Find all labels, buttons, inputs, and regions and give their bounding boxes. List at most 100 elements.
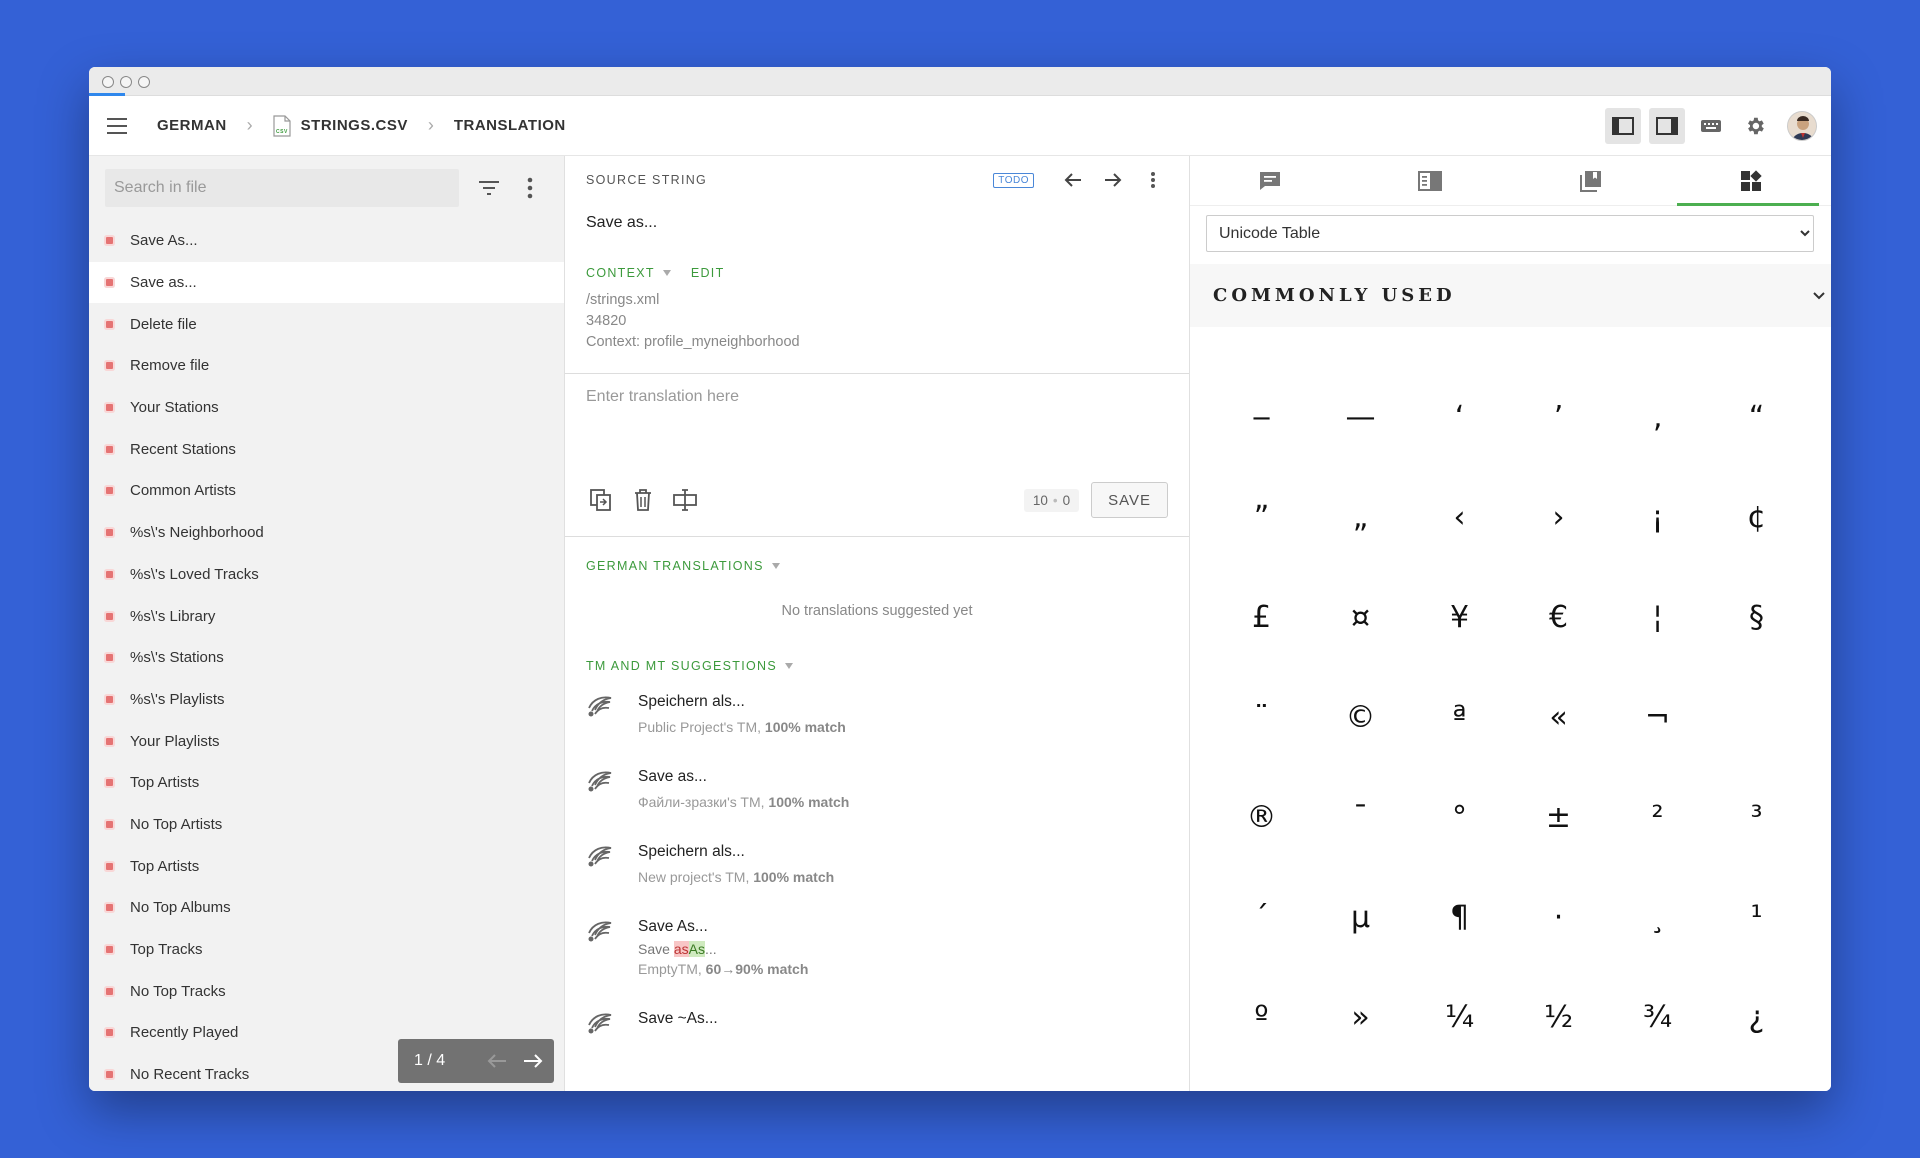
breadcrumb-file[interactable]: CSV STRINGS.CSV	[273, 114, 408, 137]
unicode-character[interactable]: ½	[1509, 967, 1608, 1067]
unicode-character[interactable]: ³	[1707, 767, 1806, 867]
string-list-item[interactable]: Your Playlists	[89, 720, 564, 762]
unicode-character[interactable]: ¥	[1410, 567, 1509, 667]
string-list-item[interactable]: Save As...	[89, 220, 564, 262]
unicode-character[interactable]: ·	[1509, 867, 1608, 967]
unicode-character[interactable]: ¬	[1608, 667, 1707, 767]
string-list-item[interactable]: %s\'s Neighborhood	[89, 512, 564, 554]
string-list-item[interactable]: %s\'s Loved Tracks	[89, 554, 564, 596]
string-list-item[interactable]: No Top Albums	[89, 887, 564, 929]
unicode-character[interactable]: ®	[1212, 767, 1311, 867]
string-list-item[interactable]: Delete file	[89, 303, 564, 345]
translation-input[interactable]	[565, 374, 1189, 474]
unicode-character[interactable]: “	[1707, 367, 1806, 467]
tab-translation-memory[interactable]	[1511, 156, 1671, 205]
unicode-character[interactable]: »	[1311, 967, 1410, 1067]
unicode-character[interactable]: ¨	[1212, 667, 1311, 767]
unicode-character[interactable]: ¢	[1707, 467, 1806, 567]
string-list-item[interactable]: Remove file	[89, 345, 564, 387]
unicode-character[interactable]: —	[1311, 367, 1410, 467]
string-list-item[interactable]: Top Artists	[89, 762, 564, 804]
unicode-character[interactable]: „	[1311, 467, 1410, 567]
unicode-character[interactable]: ±	[1509, 767, 1608, 867]
toggle-right-panel-button[interactable]	[1649, 107, 1685, 144]
string-list-item[interactable]: %s\'s Stations	[89, 637, 564, 679]
menu-icon[interactable]	[107, 117, 127, 134]
unicode-character[interactable]: µ	[1311, 867, 1410, 967]
previous-string-button[interactable]	[1058, 165, 1088, 195]
string-list-item[interactable]: Top Tracks	[89, 929, 564, 971]
more-options-button[interactable]	[512, 170, 548, 206]
unicode-character[interactable]: ‒	[1212, 367, 1311, 467]
breadcrumb-language[interactable]: GERMAN	[157, 117, 227, 134]
next-page-button[interactable]	[522, 1050, 544, 1072]
unicode-character[interactable]: ‘	[1410, 367, 1509, 467]
unicode-character[interactable]: °	[1410, 767, 1509, 867]
unicode-character[interactable]: ‹	[1410, 467, 1509, 567]
unicode-character[interactable]: ”	[1212, 467, 1311, 567]
unicode-character[interactable]: £	[1212, 567, 1311, 667]
suggestion-item[interactable]: Save As... Save asAs... EmptyTM, 60→90% …	[586, 916, 1168, 979]
string-list-item[interactable]: %s\'s Playlists	[89, 679, 564, 721]
unicode-character[interactable]: «	[1509, 667, 1608, 767]
search-input[interactable]	[105, 169, 459, 207]
filter-button[interactable]	[471, 170, 507, 206]
suggestions-section-toggle[interactable]: TM AND MT SUGGESTIONS	[586, 659, 1168, 673]
toggle-rtl-button[interactable]	[670, 485, 700, 515]
maximize-window-button[interactable]	[138, 76, 150, 88]
string-list-item[interactable]: Common Artists	[89, 470, 564, 512]
translations-section-toggle[interactable]: GERMAN TRANSLATIONS	[586, 559, 1168, 573]
string-options-button[interactable]	[1138, 165, 1168, 195]
unicode-character[interactable]: ¯	[1311, 767, 1410, 867]
unicode-character[interactable]: ª	[1410, 667, 1509, 767]
keyboard-shortcuts-button[interactable]	[1693, 108, 1729, 144]
unicode-character[interactable]: ¶	[1410, 867, 1509, 967]
prev-page-button[interactable]	[486, 1050, 508, 1072]
unicode-character[interactable]: ¦	[1608, 567, 1707, 667]
string-list-item[interactable]: Your Stations	[89, 387, 564, 429]
unicode-character[interactable]: ¸	[1608, 867, 1707, 967]
suggestion-item[interactable]: Speichern als... Public Project's TM, 10…	[586, 691, 1168, 737]
unicode-character[interactable]	[1707, 667, 1806, 767]
string-list-item[interactable]: Save as...	[89, 261, 564, 304]
breadcrumb-view[interactable]: TRANSLATION	[454, 117, 566, 134]
suggestion-item[interactable]: Save as... Файли-зразки's TM, 100% match	[586, 766, 1168, 812]
unicode-character[interactable]: ²	[1608, 767, 1707, 867]
unicode-character[interactable]: ¼	[1410, 967, 1509, 1067]
next-string-button[interactable]	[1098, 165, 1128, 195]
context-toggle[interactable]: CONTEXT	[586, 266, 671, 280]
unicode-character[interactable]: §	[1707, 567, 1806, 667]
unicode-character[interactable]: ¤	[1311, 567, 1410, 667]
suggestion-item[interactable]: Save ~As...	[586, 1008, 1168, 1037]
unicode-character[interactable]: ¹	[1707, 867, 1806, 967]
category-header[interactable]: COMMONLY USED	[1190, 264, 1831, 327]
user-avatar[interactable]	[1787, 110, 1817, 141]
character-set-select[interactable]: Unicode Table	[1206, 215, 1814, 252]
string-list-item[interactable]: %s\'s Library	[89, 595, 564, 637]
clear-translation-button[interactable]	[628, 485, 658, 515]
string-list-item[interactable]: Recent Stations	[89, 428, 564, 470]
minimize-window-button[interactable]	[120, 76, 132, 88]
tab-glossary[interactable]	[1350, 156, 1510, 205]
string-list-item[interactable]: No Top Tracks	[89, 970, 564, 1012]
unicode-character[interactable]: ¿	[1707, 967, 1806, 1067]
tab-comments[interactable]	[1190, 156, 1350, 205]
string-list-item[interactable]: No Top Artists	[89, 804, 564, 846]
unicode-character[interactable]: ¾	[1608, 967, 1707, 1067]
edit-context-link[interactable]: EDIT	[691, 266, 725, 280]
unicode-character[interactable]: ’	[1509, 367, 1608, 467]
suggestion-item[interactable]: Speichern als... New project's TM, 100% …	[586, 841, 1168, 887]
unicode-character[interactable]: ¡	[1608, 467, 1707, 567]
settings-button[interactable]	[1737, 108, 1773, 144]
unicode-character[interactable]: ›	[1509, 467, 1608, 567]
unicode-character[interactable]: ©	[1311, 667, 1410, 767]
unicode-character[interactable]: €	[1509, 567, 1608, 667]
toggle-left-panel-button[interactable]	[1605, 107, 1641, 144]
close-window-button[interactable]	[102, 76, 114, 88]
save-button[interactable]: SAVE	[1091, 482, 1168, 518]
unicode-character[interactable]: ‚	[1608, 367, 1707, 467]
copy-source-button[interactable]	[586, 485, 616, 515]
tab-unicode-table[interactable]	[1671, 156, 1831, 206]
unicode-character[interactable]: ´	[1212, 867, 1311, 967]
string-list-item[interactable]: Top Artists	[89, 845, 564, 887]
